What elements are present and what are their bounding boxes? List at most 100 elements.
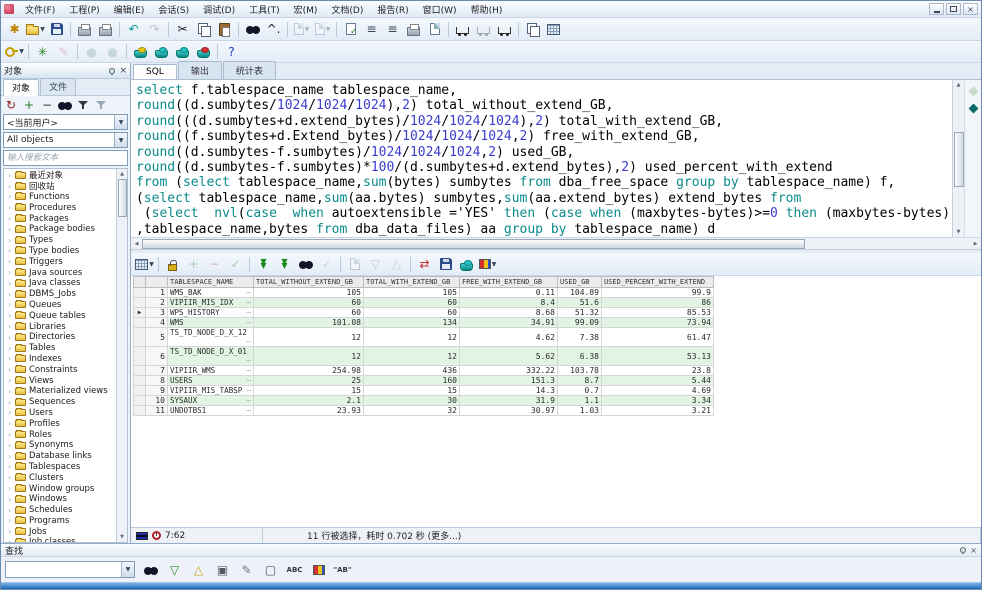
filter-user-icon[interactable] xyxy=(93,97,109,112)
sidebar-item-directories[interactable]: ›Directories xyxy=(4,332,116,343)
edit-data-icon[interactable]: ✓ xyxy=(316,255,337,274)
print-preview-icon[interactable] xyxy=(95,20,116,39)
save-results-icon[interactable] xyxy=(435,255,456,274)
cell-value[interactable]: 30.97 xyxy=(460,406,558,416)
cell-value[interactable]: 12 xyxy=(364,328,460,347)
chevron-down-icon[interactable]: ▼ xyxy=(492,261,497,268)
fetch-last-page-icon[interactable]: ▼▼ xyxy=(274,255,295,274)
scroll-up-icon[interactable]: ▲ xyxy=(120,169,124,179)
scroll-thumb[interactable] xyxy=(142,239,805,249)
table-row[interactable]: 5TS_TD_NODE_D_X_12–12124.627.3861.47 xyxy=(134,328,714,347)
menu-item-tools[interactable]: 工具(T) xyxy=(242,2,287,17)
scroll-down-icon[interactable]: ▼ xyxy=(120,532,124,542)
split-window-icon[interactable] xyxy=(543,20,564,39)
cell-value[interactable]: 103.78 xyxy=(558,366,602,376)
paste-icon[interactable] xyxy=(214,20,235,39)
edit-icon[interactable]: ✎ xyxy=(53,42,74,61)
sidebar-item-queue-tables[interactable]: ›Queue tables xyxy=(4,310,116,321)
window-list-icon[interactable] xyxy=(522,20,543,39)
pin-icon[interactable] xyxy=(959,546,967,554)
chevron-down-icon[interactable]: ▼ xyxy=(40,26,45,33)
expand-chevron-icon[interactable]: › xyxy=(8,344,15,353)
cell-overflow-icon[interactable]: – xyxy=(246,318,251,327)
duplicate-session-icon[interactable] xyxy=(172,42,193,61)
close-find-icon[interactable]: × xyxy=(970,546,977,555)
cell-tablespace-name[interactable]: USERS– xyxy=(168,376,254,386)
cell-value[interactable]: 32 xyxy=(364,406,460,416)
cell-overflow-icon[interactable]: – xyxy=(246,356,251,365)
expand-chevron-icon[interactable]: › xyxy=(8,495,15,504)
cell-value[interactable]: 8.7 xyxy=(558,376,602,386)
object-search-input[interactable] xyxy=(3,150,128,166)
expand-chevron-icon[interactable]: › xyxy=(8,203,15,212)
row-number[interactable]: 1 xyxy=(146,288,168,298)
cell-overflow-icon[interactable]: – xyxy=(246,337,251,346)
object-filter-dropdown[interactable]: All objects▼ xyxy=(3,132,128,148)
expand-chevron-icon[interactable]: › xyxy=(8,408,15,417)
copy-icon[interactable] xyxy=(193,20,214,39)
minimize-button[interactable] xyxy=(929,3,944,15)
sidebar-item-window-groups[interactable]: ›Window groups xyxy=(4,483,116,494)
cell-value[interactable]: 60 xyxy=(254,308,364,318)
paste-special-icon[interactable]: ▼ xyxy=(291,20,312,39)
cell-value[interactable]: 134 xyxy=(364,318,460,328)
menu-item-window[interactable]: 窗口(W) xyxy=(416,2,464,17)
expand-chevron-icon[interactable]: › xyxy=(8,225,15,234)
cell-value[interactable]: 25 xyxy=(254,376,364,386)
cell-value[interactable]: 332.22 xyxy=(460,366,558,376)
menu-item-session[interactable]: 会话(S) xyxy=(151,2,196,17)
new-session-icon[interactable] xyxy=(130,42,151,61)
rollback-icon[interactable]: ● xyxy=(102,42,123,61)
table-row[interactable]: 4WMS–101.0813434.9199.0973.94 xyxy=(134,318,714,328)
post-changes-icon[interactable]: ✓ xyxy=(225,255,246,274)
open-file-icon[interactable]: ▼ xyxy=(25,20,46,39)
menu-item-debug[interactable]: 调试(D) xyxy=(196,2,242,17)
print-selection-icon[interactable] xyxy=(403,20,424,39)
sidebar-item-users[interactable]: ›Users xyxy=(4,408,116,419)
column-header-tablespace_name[interactable]: TABLESPACE_NAME xyxy=(168,277,254,288)
report-format-icon[interactable]: ▼ xyxy=(477,255,498,274)
sidebar-item-functions[interactable]: ›Functions xyxy=(4,192,116,203)
scroll-left-icon[interactable]: ◀ xyxy=(131,241,142,247)
cell-overflow-icon[interactable]: – xyxy=(246,308,251,317)
row-number[interactable]: 2 xyxy=(146,298,168,308)
sidebar-item-indexes[interactable]: ›Indexes xyxy=(4,354,116,365)
sidebar-item-profiles[interactable]: ›Profiles xyxy=(4,418,116,429)
scroll-right-icon[interactable]: ▶ xyxy=(970,241,981,247)
row-number[interactable]: 7 xyxy=(146,366,168,376)
expand-chevron-icon[interactable]: › xyxy=(8,473,15,482)
save-icon[interactable] xyxy=(46,20,67,39)
expand-chevron-icon[interactable]: › xyxy=(8,354,15,363)
sidebar-item-java-classes[interactable]: ›Java classes xyxy=(4,278,116,289)
cell-value[interactable]: 3.21 xyxy=(602,406,714,416)
expand-chevron-icon[interactable]: › xyxy=(8,214,15,223)
sidebar-item-jobs[interactable]: ›Jobs xyxy=(4,526,116,537)
find-object-icon[interactable] xyxy=(57,97,73,112)
table-row[interactable]: 9VIPIIR_MIS_TABSP–151514.30.74.69 xyxy=(134,386,714,396)
cell-tablespace-name[interactable]: WMS_BAK– xyxy=(168,288,254,298)
chevron-down-icon[interactable]: ▼ xyxy=(305,26,310,33)
cell-value[interactable]: 8.68 xyxy=(460,308,558,318)
chevron-down-icon[interactable]: ▼ xyxy=(114,115,127,129)
sidebar-item-types[interactable]: ›Types xyxy=(4,235,116,246)
sidebar-item-materialized-views[interactable]: ›Materialized views xyxy=(4,386,116,397)
column-header-used_gb[interactable]: USED_GB xyxy=(558,277,602,288)
row-number[interactable]: 6 xyxy=(146,347,168,366)
cell-overflow-icon[interactable]: – xyxy=(246,406,251,415)
sidebar-item-tables[interactable]: ›Tables xyxy=(4,343,116,354)
sidebar-item-roles[interactable]: ›Roles xyxy=(4,429,116,440)
cut-icon[interactable]: ✂ xyxy=(172,20,193,39)
grid-options-icon[interactable]: ▼ xyxy=(134,255,155,274)
menu-item-edit[interactable]: 编辑(E) xyxy=(107,2,152,17)
tree-scrollbar[interactable]: ▲ ▼ xyxy=(116,169,127,542)
cell-value[interactable]: 60 xyxy=(254,298,364,308)
sidebar-item-java-sources[interactable]: ›Java sources xyxy=(4,267,116,278)
cell-overflow-icon[interactable]: – xyxy=(246,298,251,307)
collapse-all-icon[interactable]: − xyxy=(39,97,55,112)
sidebar-item-queues[interactable]: ›Queues xyxy=(4,300,116,311)
sidebar-item-windows[interactable]: ›Windows xyxy=(4,494,116,505)
cell-tablespace-name[interactable]: WPS_HISTORY– xyxy=(168,308,254,318)
cell-value[interactable]: 51.32 xyxy=(558,308,602,318)
find-next-icon[interactable] xyxy=(140,560,161,579)
highlight-icon[interactable] xyxy=(308,560,329,579)
